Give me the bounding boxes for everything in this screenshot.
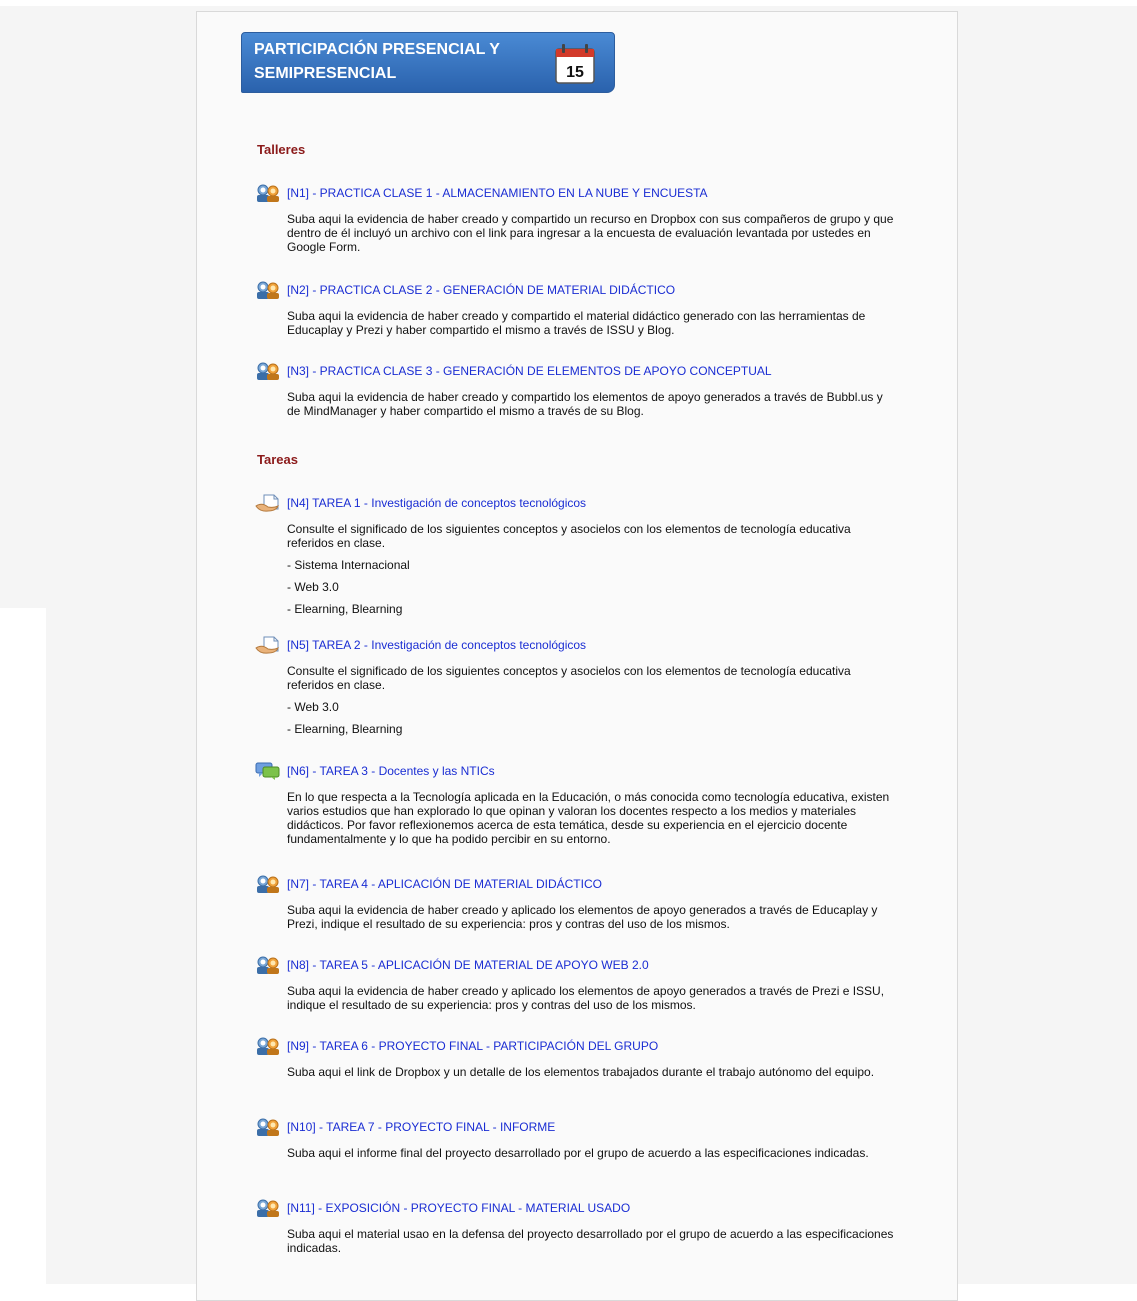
activity-description: Suba aqui la evidencia de haber creado y…	[287, 212, 897, 254]
activity-link[interactable]: [N8] - TAREA 5 - APLICACIÓN DE MATERIAL …	[287, 958, 649, 972]
workshop-icon[interactable]	[255, 1118, 281, 1136]
activity-description-text: Suba aqui la evidencia de haber creado y…	[287, 903, 878, 931]
activity-description: Suba aqui la evidencia de haber creado y…	[287, 903, 897, 931]
activity-description: Suba aqui la evidencia de haber creado y…	[287, 309, 897, 337]
section-banner: PARTICIPACIÓN PRESENCIAL Y SEMIPRESENCIA…	[241, 32, 615, 93]
activity-link[interactable]: [N2] - PRACTICA CLASE 2 - GENERACIÓN DE …	[287, 283, 675, 297]
activity-item: [N7] - TAREA 4 - APLICACIÓN DE MATERIAL …	[255, 875, 935, 931]
workshop-icon[interactable]	[255, 281, 281, 299]
activity-description: Consulte el significado de los siguiente…	[287, 664, 897, 736]
activity-description-text: Suba aqui el material usao en la defensa…	[287, 1227, 894, 1255]
forum-icon[interactable]	[255, 762, 281, 780]
activity-description-text: Consulte el significado de los siguiente…	[287, 522, 851, 550]
concept-list-item: - Elearning, Blearning	[287, 602, 403, 616]
concept-list-item: - Web 3.0	[287, 700, 339, 714]
activity-description-text: Suba aqui el informe final del proyecto …	[287, 1146, 869, 1160]
activity-header: [N10] - TAREA 7 - PROYECTO FINAL - INFOR…	[255, 1118, 935, 1136]
activity-header: [N6] - TAREA 3 - Docentes y las NTICs	[255, 762, 935, 780]
activity-description: Suba aqui el link de Dropbox y un detall…	[287, 1065, 897, 1079]
activity-header: [N11] - EXPOSICIÓN - PROYECTO FINAL - MA…	[255, 1199, 935, 1217]
workshop-icon[interactable]	[255, 956, 281, 974]
concept-list-item: - Web 3.0	[287, 580, 339, 594]
workshop-icon[interactable]	[255, 184, 281, 202]
activity-description-text: Suba aqui el link de Dropbox y un detall…	[287, 1065, 875, 1079]
activity-item: [N6] - TAREA 3 - Docentes y las NTICs En …	[255, 762, 935, 846]
workshop-icon[interactable]	[255, 1199, 281, 1217]
activity-link[interactable]: [N5] TAREA 2 - Investigación de concepto…	[287, 638, 586, 652]
activity-item: [N8] - TAREA 5 - APLICACIÓN DE MATERIAL …	[255, 956, 935, 1012]
activity-header: [N9] - TAREA 6 - PROYECTO FINAL - PARTIC…	[255, 1037, 935, 1055]
activity-item: [N5] TAREA 2 - Investigación de concepto…	[255, 636, 935, 736]
assignment-icon[interactable]	[255, 494, 281, 512]
assignment-icon[interactable]	[255, 636, 281, 654]
activity-description: Consulte el significado de los siguiente…	[287, 522, 897, 616]
activity-header: [N7] - TAREA 4 - APLICACIÓN DE MATERIAL …	[255, 875, 935, 893]
activity-description-text: Suba aqui la evidencia de haber creado y…	[287, 212, 894, 254]
activity-item: [N3] - PRACTICA CLASE 3 - GENERACIÓN DE …	[255, 362, 935, 418]
activity-item: [N10] - TAREA 7 - PROYECTO FINAL - INFOR…	[255, 1118, 935, 1160]
activity-description-text: Suba aqui la evidencia de haber creado y…	[287, 984, 885, 1012]
workshop-icon[interactable]	[255, 1037, 281, 1055]
activity-link[interactable]: [N3] - PRACTICA CLASE 3 - GENERACIÓN DE …	[287, 364, 772, 378]
activity-header: [N1] - PRACTICA CLASE 1 - ALMACENAMIENTO…	[255, 184, 935, 202]
activity-link[interactable]: [N1] - PRACTICA CLASE 1 - ALMACENAMIENTO…	[287, 186, 708, 200]
workshop-icon[interactable]	[255, 362, 281, 380]
workshop-icon[interactable]	[255, 875, 281, 893]
section-heading-tareas: Tareas	[257, 452, 298, 467]
activity-header: [N8] - TAREA 5 - APLICACIÓN DE MATERIAL …	[255, 956, 935, 974]
activity-link[interactable]: [N10] - TAREA 7 - PROYECTO FINAL - INFOR…	[287, 1120, 555, 1134]
activity-header: [N4] TAREA 1 - Investigación de concepto…	[255, 494, 935, 512]
activity-link[interactable]: [N6] - TAREA 3 - Docentes y las NTICs	[287, 764, 495, 778]
activity-link[interactable]: [N9] - TAREA 6 - PROYECTO FINAL - PARTIC…	[287, 1039, 658, 1053]
activity-header: [N2] - PRACTICA CLASE 2 - GENERACIÓN DE …	[255, 281, 935, 299]
activity-link[interactable]: [N7] - TAREA 4 - APLICACIÓN DE MATERIAL …	[287, 877, 602, 891]
activity-description: Suba aqui el informe final del proyecto …	[287, 1146, 897, 1160]
top-strip	[0, 0, 1137, 6]
activity-item: [N2] - PRACTICA CLASE 2 - GENERACIÓN DE …	[255, 281, 935, 337]
banner-title: PARTICIPACIÓN PRESENCIAL Y SEMIPRESENCIA…	[254, 41, 500, 82]
activity-description: Suba aqui el material usao en la defensa…	[287, 1227, 897, 1255]
activity-description-text: Consulte el significado de los siguiente…	[287, 664, 851, 692]
activity-header: [N3] - PRACTICA CLASE 3 - GENERACIÓN DE …	[255, 362, 935, 380]
activity-link[interactable]: [N4] TAREA 1 - Investigación de concepto…	[287, 496, 586, 510]
activity-description-text: En lo que respecta a la Tecnología aplic…	[287, 790, 890, 846]
activity-link[interactable]: [N11] - EXPOSICIÓN - PROYECTO FINAL - MA…	[287, 1201, 630, 1215]
concept-list-item: - Sistema Internacional	[287, 558, 410, 572]
concept-list-item: - Elearning, Blearning	[287, 722, 403, 736]
activity-header: [N5] TAREA 2 - Investigación de concepto…	[255, 636, 935, 654]
activity-description-text: Suba aqui la evidencia de haber creado y…	[287, 390, 883, 418]
activity-item: [N1] - PRACTICA CLASE 1 - ALMACENAMIENTO…	[255, 184, 935, 254]
svg-text:15: 15	[566, 64, 584, 81]
activity-description: Suba aqui la evidencia de haber creado y…	[287, 984, 897, 1012]
activity-description: En lo que respecta a la Tecnología aplic…	[287, 790, 897, 846]
activity-item: [N4] TAREA 1 - Investigación de concepto…	[255, 494, 935, 616]
activity-item: [N11] - EXPOSICIÓN - PROYECTO FINAL - MA…	[255, 1199, 935, 1255]
activity-description-text: Suba aqui la evidencia de haber creado y…	[287, 309, 866, 337]
activity-description: Suba aqui la evidencia de haber creado y…	[287, 390, 897, 418]
calendar-icon: 15	[555, 44, 595, 84]
activity-item: [N9] - TAREA 6 - PROYECTO FINAL - PARTIC…	[255, 1037, 935, 1079]
section-heading-talleres: Talleres	[257, 142, 306, 157]
